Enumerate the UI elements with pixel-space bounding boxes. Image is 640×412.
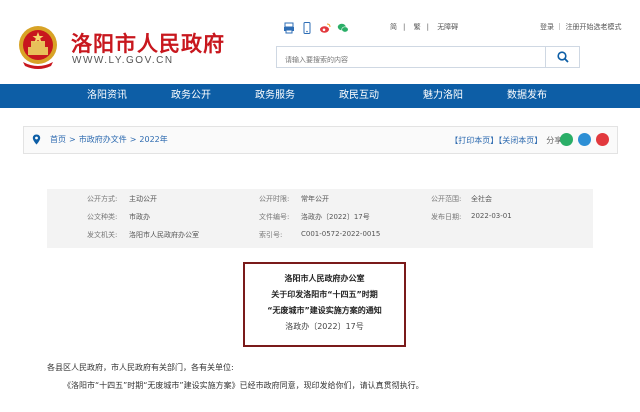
lang-traditional[interactable]: 繁 [414, 23, 421, 31]
meta-label: 公文种类: [87, 213, 118, 221]
lang-simplified[interactable]: 简 [390, 23, 397, 31]
breadcrumb-home[interactable]: 首页 [50, 134, 66, 145]
breadcrumb-bar: 首页 > 市政府办文件 > 2022年 【打印本页】【关闭本页】 分享: [23, 126, 618, 154]
meta-row: 公开方式: 主动公开 公开时限: 常年公开 公开范围: 全社会 [47, 194, 593, 212]
breadcrumb-separator: > [69, 135, 76, 144]
breadcrumb-level2[interactable]: 2022年 [139, 134, 167, 145]
nav-item-data[interactable]: 数据发布 [507, 84, 547, 108]
meta-label: 公开范围: [431, 195, 462, 203]
meta-row: 发文机关: 洛阳市人民政府办公室 索引号: C001-0572-2022-001… [47, 230, 593, 248]
nav-item-news[interactable]: 洛阳资讯 [87, 84, 127, 108]
close-page-link[interactable]: 【关闭本页】 [498, 136, 542, 145]
user-links[interactable]: 登录 ｜ 注册开始选老模式 [540, 22, 621, 32]
meta-value: 全社会 [471, 195, 492, 203]
meta-label: 公开时限: [259, 195, 290, 203]
main-nav: 洛阳资讯 政务公开 政务服务 政民互动 魅力洛阳 数据发布 [0, 84, 640, 108]
meta-row: 公文种类: 市政办 文件编号: 洛政办〔2022〕17号 发布日期: 2022-… [47, 212, 593, 230]
meta-value: 常年公开 [301, 195, 329, 203]
nav-item-gov-affairs[interactable]: 政务公开 [171, 84, 211, 108]
qzone-share-icon[interactable] [578, 133, 591, 146]
document-number: 洛政办〔2022〕17号 [285, 322, 364, 331]
document-title-line1: 关于印发洛阳市“十四五”时期 [271, 290, 378, 299]
national-emblem-icon [19, 26, 57, 69]
print-icon[interactable] [283, 22, 295, 34]
meta-label: 文件编号: [259, 213, 290, 221]
search-box [276, 46, 580, 70]
search-input[interactable] [277, 50, 537, 70]
meta-value: C001-0572-2022-0015 [301, 230, 381, 238]
page-tools: 【打印本页】【关闭本页】 分享: [450, 135, 565, 146]
nav-item-interaction[interactable]: 政民互动 [339, 84, 379, 108]
meta-label: 发布日期: [431, 213, 462, 221]
meta-label: 索引号: [259, 231, 283, 239]
document-meta-table: 公开方式: 主动公开 公开时限: 常年公开 公开范围: 全社会 公文种类: 市政… [47, 189, 593, 248]
meta-value: 洛阳市人民政府办公室 [129, 231, 199, 239]
meta-value: 洛政办〔2022〕17号 [301, 213, 370, 221]
breadcrumb: 首页 > 市政府办文件 > 2022年 [32, 134, 168, 145]
meta-value: 2022-03-01 [471, 212, 512, 220]
search-button[interactable] [545, 47, 579, 67]
meta-label: 发文机关: [87, 231, 118, 239]
site-url: WWW.LY.GOV.CN [72, 55, 174, 66]
meta-label: 公开方式: [87, 195, 118, 203]
meta-value: 市政办 [129, 213, 150, 221]
nav-item-charm[interactable]: 魅力洛阳 [423, 84, 463, 108]
site-header: 洛阳市人民政府 WWW.LY.GOV.CN 简 | 繁 | 无障碍 登录 ｜ 注册开… [0, 0, 640, 84]
document-title-box: 洛阳市人民政府办公室 关于印发洛阳市“十四五”时期 “无废城市”建设实施方案的通… [243, 262, 406, 347]
weibo-share-icon[interactable] [596, 133, 609, 146]
site-title[interactable]: 洛阳市人民政府 [71, 28, 225, 58]
document-issuer: 洛阳市人民政府办公室 [284, 274, 365, 283]
meta-value: 主动公开 [129, 195, 157, 203]
accessibility-link[interactable]: 无障碍 [437, 23, 458, 31]
document-title-line2: “无废城市”建设实施方案的通知 [267, 306, 382, 315]
language-switch: 简 | 繁 | 无障碍 [390, 23, 459, 31]
location-pin-icon [32, 134, 41, 145]
mobile-icon[interactable] [301, 22, 313, 34]
search-icon [556, 51, 569, 63]
nav-item-services[interactable]: 政务服务 [255, 84, 295, 108]
weibo-icon[interactable] [319, 22, 331, 34]
body-paragraph: 《洛阳市“十四五”时期“无废城市”建设实施方案》已经市政府同意，现印发给你们，请… [63, 381, 424, 390]
breadcrumb-separator: > [129, 135, 137, 144]
print-page-link[interactable]: 【打印本页】 [450, 136, 498, 145]
body-greeting: 各县区人民政府，市人民政府有关部门，各有关单位: [47, 363, 234, 372]
wechat-icon[interactable] [337, 22, 349, 34]
share-icons [560, 133, 609, 146]
header-icon-group [283, 22, 349, 34]
breadcrumb-level1[interactable]: 市政府办文件 [79, 134, 127, 145]
wechat-share-icon[interactable] [560, 133, 573, 146]
